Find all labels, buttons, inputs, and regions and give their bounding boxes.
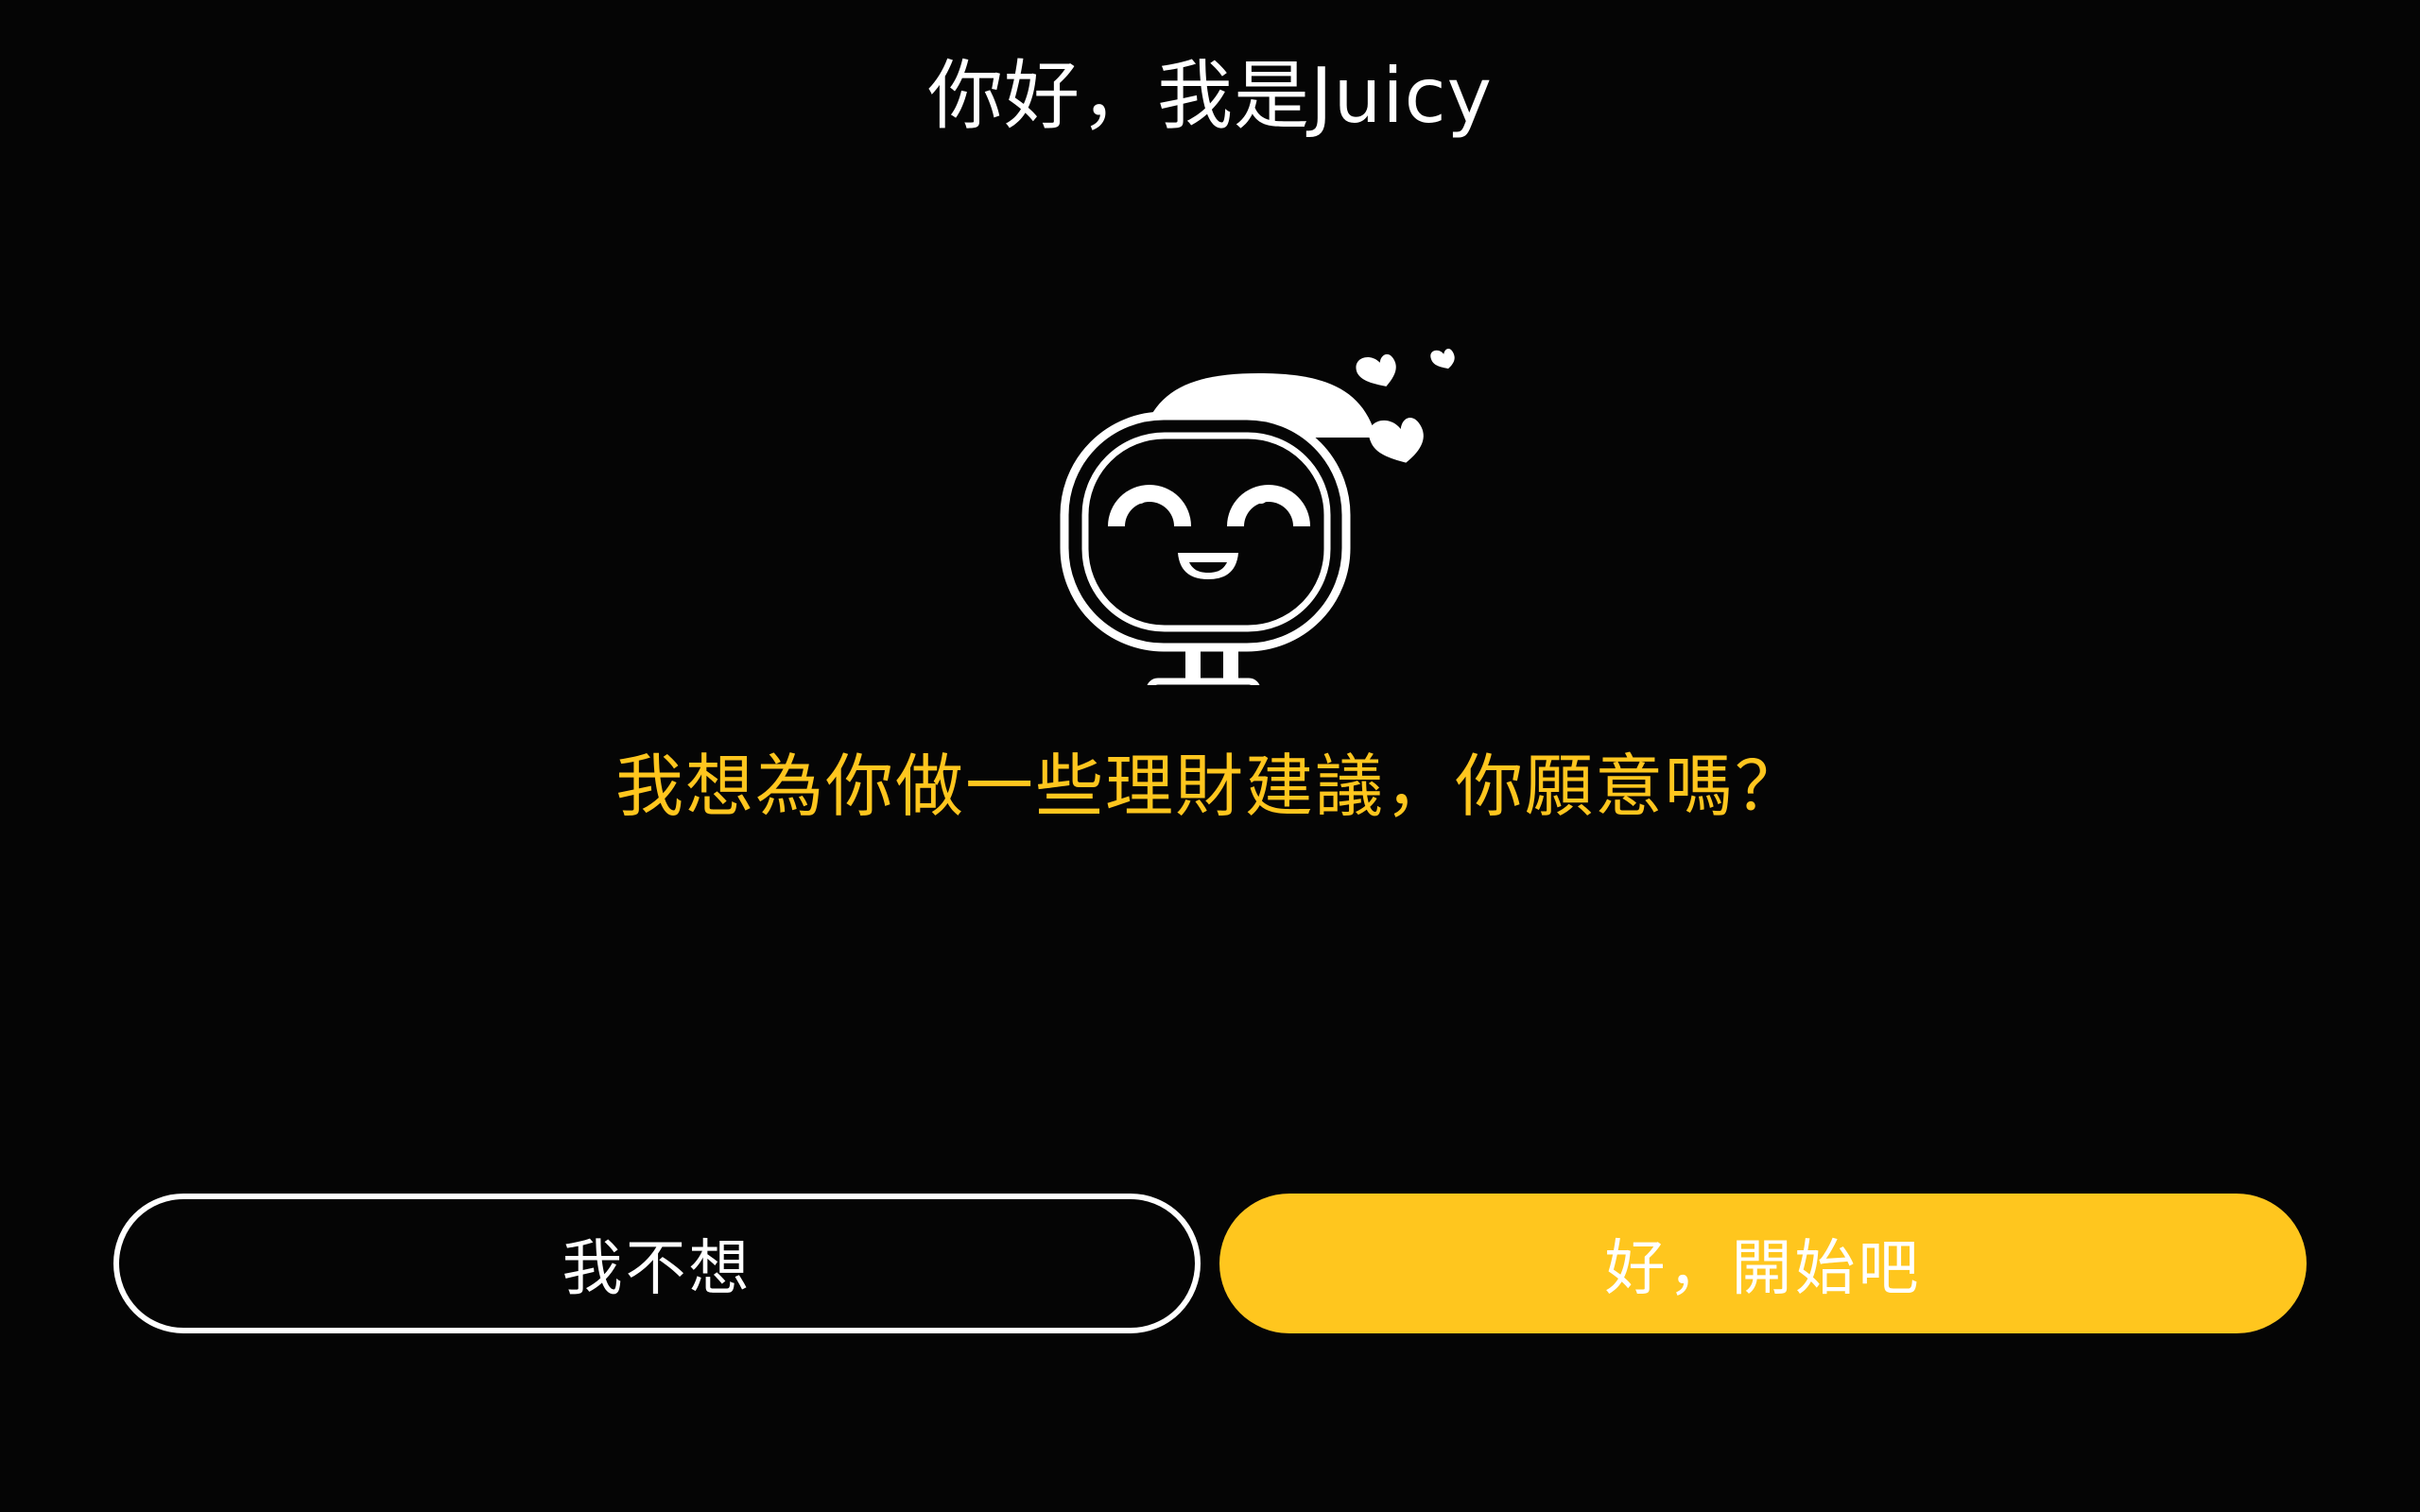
- heart-icon: [1430, 349, 1455, 369]
- heart-icon: [1369, 418, 1424, 463]
- prompt-question: 我想為你做一些理財建議，你願意嗎？: [614, 747, 1805, 826]
- decline-button-label: 我不想: [562, 1234, 752, 1304]
- start-button-label: 好，開始吧: [1604, 1234, 1922, 1304]
- robot-mascot: [1060, 349, 1455, 685]
- page-title: 你好，我是Juicy: [927, 52, 1493, 140]
- heart-icon: [1356, 353, 1396, 387]
- decline-button[interactable]: 我不想: [113, 1194, 1201, 1333]
- start-button[interactable]: 好，開始吧: [1219, 1194, 2307, 1333]
